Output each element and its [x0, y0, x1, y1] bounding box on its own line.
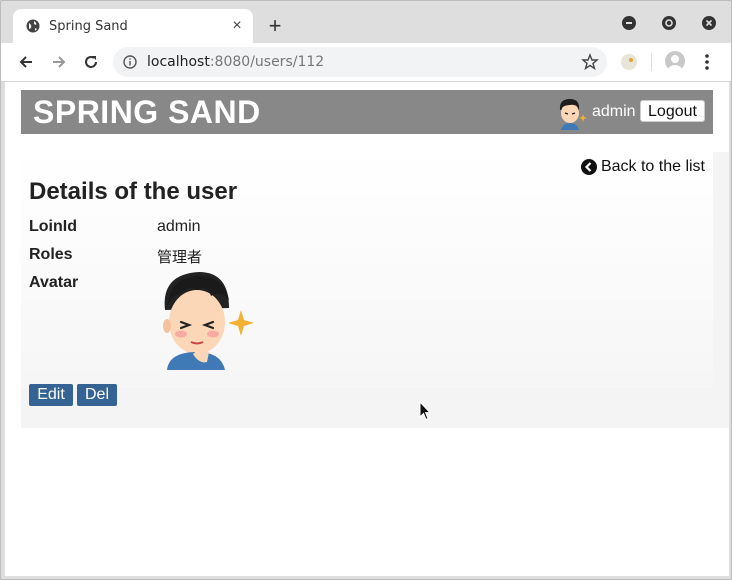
content-area: Back to the list Details of the user Loi… — [21, 152, 729, 428]
close-window-icon[interactable] — [702, 16, 716, 30]
info-icon[interactable] — [123, 55, 137, 69]
globe-icon — [26, 19, 40, 33]
tab-title: Spring Sand — [49, 19, 128, 34]
kebab-menu-icon[interactable] — [701, 52, 713, 72]
tab-strip: Spring Sand × + — [1, 1, 731, 43]
current-username: admin — [592, 103, 636, 120]
field-label-loginid: LoinId — [29, 218, 77, 235]
profile-avatar-icon[interactable] — [665, 51, 685, 71]
new-tab-icon[interactable]: + — [265, 15, 285, 37]
logout-button[interactable]: Logout — [640, 100, 705, 122]
url-text: localhost:8080/users/112 — [147, 54, 324, 70]
brand-title[interactable]: SPRING SAND — [33, 94, 261, 131]
restore-icon[interactable] — [662, 16, 676, 30]
user-avatar-image — [163, 272, 254, 370]
extension-icon[interactable] — [619, 52, 639, 72]
page-viewport: SPRING SAND admin Logout Back to the lis… — [5, 82, 729, 576]
chevron-left-circle-icon — [580, 159, 597, 175]
field-value-loginid: admin — [157, 218, 201, 235]
user-avatar-icon — [559, 99, 587, 130]
edit-button[interactable]: Edit — [29, 384, 73, 406]
close-tab-icon[interactable]: × — [229, 18, 245, 34]
browser-tab[interactable]: Spring Sand × — [13, 9, 253, 43]
reload-icon[interactable] — [81, 52, 101, 72]
delete-button[interactable]: Del — [77, 384, 117, 406]
back-to-list-link[interactable]: Back to the list — [580, 158, 705, 176]
forward-arrow-icon[interactable] — [49, 52, 69, 72]
bookmark-star-icon[interactable] — [581, 53, 599, 71]
user-details-panel: Back to the list Details of the user Loi… — [21, 152, 713, 388]
mouse-cursor-icon — [419, 401, 431, 421]
browser-window: Spring Sand × + localhost:8080/users/112… — [0, 0, 732, 580]
page-title: Details of the user — [29, 178, 238, 205]
back-arrow-icon[interactable] — [16, 52, 36, 72]
toolbar-separator — [651, 53, 652, 71]
field-label-roles: Roles — [29, 246, 73, 263]
minimize-icon[interactable] — [622, 16, 636, 30]
navbar: SPRING SAND admin Logout — [21, 90, 713, 134]
back-to-list-label: Back to the list — [600, 158, 705, 175]
address-bar[interactable]: localhost:8080/users/112 — [113, 47, 607, 77]
url-host: localhost — [147, 54, 210, 70]
url-path: :8080/users/112 — [209, 54, 325, 70]
field-label-avatar: Avatar — [29, 274, 79, 291]
field-value-roles: 管理者 — [157, 248, 203, 266]
